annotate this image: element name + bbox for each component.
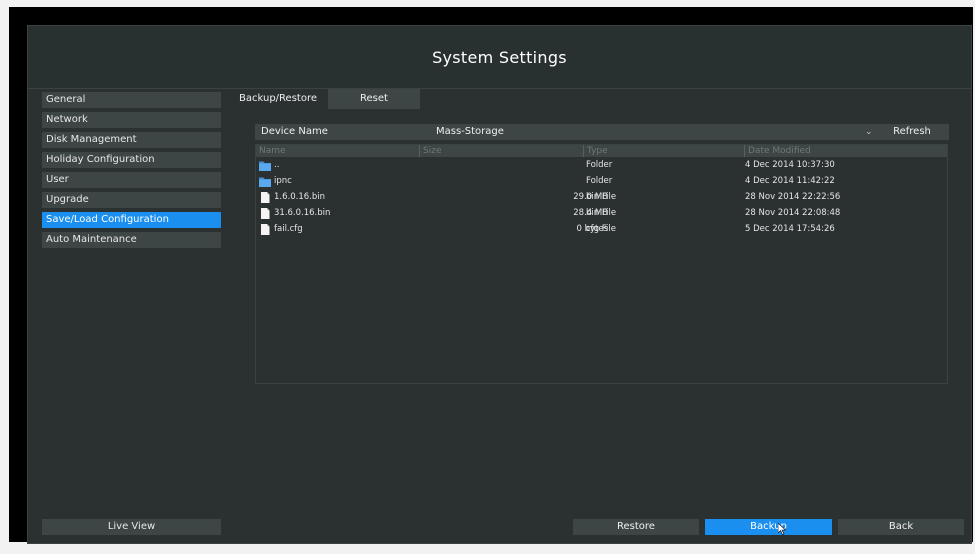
sidebar: General Network Disk Management Holiday …: [42, 92, 222, 522]
window-title: System Settings: [432, 47, 567, 67]
table-row[interactable]: .. Folder 4 Dec 2014 10:37:30: [256, 158, 947, 173]
sidebar-item-disk-management[interactable]: Disk Management: [42, 132, 221, 148]
table-row[interactable]: 1.6.0.16.bin 29.0 MB bin File 28 Nov 201…: [256, 190, 947, 205]
sidebar-item-network[interactable]: Network: [42, 112, 221, 128]
file-name: 1.6.0.16.bin: [274, 192, 325, 202]
file-type: bin File: [586, 208, 617, 218]
column-header-date-modified[interactable]: Date Modified: [744, 145, 947, 157]
file-name: 31.6.0.16.bin: [274, 208, 331, 218]
tab-reset[interactable]: Reset: [328, 89, 420, 109]
file-name: ipnc: [274, 176, 292, 186]
file-type: Folder: [586, 176, 613, 186]
sidebar-item-user[interactable]: User: [42, 172, 221, 188]
file-name: fail.cfg: [274, 224, 303, 234]
refresh-button[interactable]: Refresh: [875, 124, 949, 140]
backup-button[interactable]: Backup: [705, 519, 832, 535]
title-bar: System Settings: [28, 26, 971, 89]
file-type: Folder: [586, 160, 613, 170]
file-date: 4 Dec 2014 11:42:22: [745, 176, 835, 186]
sidebar-item-holiday-configuration[interactable]: Holiday Configuration: [42, 152, 221, 168]
file-icon: [261, 224, 270, 235]
file-date: 5 Dec 2014 17:54:26: [745, 224, 835, 234]
folder-icon: [259, 161, 271, 171]
mouse-cursor-icon: [778, 523, 786, 535]
device-name-label: Device Name: [261, 126, 328, 137]
folder-icon: [259, 177, 271, 187]
device-selector[interactable]: [255, 124, 947, 140]
file-name: ..: [274, 160, 280, 170]
restore-button[interactable]: Restore: [573, 519, 699, 535]
back-button[interactable]: Back: [838, 519, 964, 535]
file-date: 4 Dec 2014 10:37:30: [745, 160, 835, 170]
file-date: 28 Nov 2014 22:08:48: [745, 208, 841, 218]
device-name-value[interactable]: Mass-Storage: [436, 124, 504, 140]
sidebar-item-general[interactable]: General: [42, 92, 221, 108]
table-row[interactable]: ipnc Folder 4 Dec 2014 11:42:22: [256, 174, 947, 189]
sidebar-item-save-load-configuration[interactable]: Save/Load Configuration: [42, 212, 221, 228]
file-icon: [261, 208, 270, 219]
sidebar-item-upgrade[interactable]: Upgrade: [42, 192, 221, 208]
table-row[interactable]: 31.6.0.16.bin 28.4 MB bin File 28 Nov 20…: [256, 206, 947, 221]
column-header-name[interactable]: Name: [256, 145, 419, 157]
file-icon: [261, 192, 270, 203]
caret-down-icon[interactable]: ⌄: [865, 124, 873, 140]
system-settings-window: System Settings General Network Disk Man…: [27, 25, 972, 544]
file-type: bin File: [586, 192, 617, 202]
column-header-type[interactable]: Type: [583, 145, 744, 157]
live-view-button[interactable]: Live View: [42, 519, 221, 535]
table-row[interactable]: fail.cfg 0 bytes cfg File 5 Dec 2014 17:…: [256, 222, 947, 237]
sidebar-item-auto-maintenance[interactable]: Auto Maintenance: [42, 232, 221, 248]
screen: System Settings General Network Disk Man…: [9, 7, 973, 544]
file-date: 28 Nov 2014 22:22:56: [745, 192, 841, 202]
tab-backup-restore[interactable]: Backup/Restore: [229, 89, 327, 109]
file-type: cfg File: [586, 224, 616, 234]
column-header-size[interactable]: Size: [419, 145, 583, 157]
